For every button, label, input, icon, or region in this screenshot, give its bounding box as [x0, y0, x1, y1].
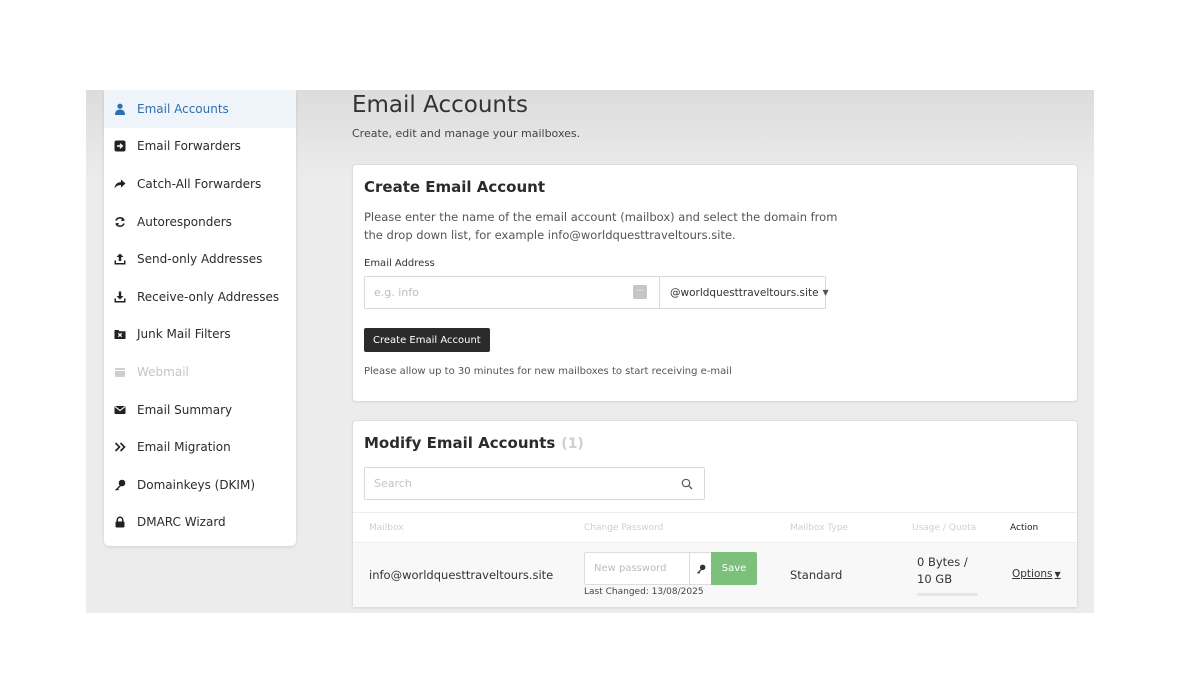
key-icon [114, 479, 126, 491]
forward-box-icon [114, 140, 126, 152]
column-header-mailbox-type[interactable]: Mailbox Type [790, 523, 848, 533]
create-email-panel: Create Email Account Please enter the na… [352, 164, 1078, 402]
column-header-action: Action [1010, 523, 1039, 533]
modify-email-panel: Modify Email Accounts (1) Mailbox Change … [352, 420, 1078, 608]
app-frame: Email Accounts Email Forwarders Catch-Al… [86, 90, 1094, 613]
envelope-icon [114, 404, 126, 416]
sidebar-item-label: Email Accounts [137, 101, 229, 116]
save-password-button[interactable]: Save [711, 552, 757, 585]
user-icon [114, 103, 126, 115]
options-label: Options [1012, 568, 1053, 580]
sidebar-item-label: Email Forwarders [137, 139, 241, 154]
sidebar-item-email-summary[interactable]: Email Summary [104, 391, 296, 429]
password-manager-icon[interactable]: ··· [633, 285, 647, 299]
table-header: Mailbox Change Password Mailbox Type Usa… [353, 512, 1077, 543]
create-note: Please allow up to 30 minutes for new ma… [364, 366, 732, 377]
sidebar-item-junk-mail-filters[interactable]: Junk Mail Filters [104, 316, 296, 354]
sidebar-item-label: Autoresponders [137, 214, 232, 229]
modify-panel-title: Modify Email Accounts (1) [364, 434, 584, 452]
email-input-group: ··· @worldquesttraveltours.site ▼ [364, 276, 829, 309]
sidebar-item-label: Webmail [137, 364, 189, 379]
sidebar-item-catch-all-forwarders[interactable]: Catch-All Forwarders [104, 165, 296, 203]
change-password-group: Save [584, 552, 757, 585]
sidebar-item-dmarc-wizard[interactable]: DMARC Wizard [104, 504, 296, 542]
column-header-change-password: Change Password [584, 523, 664, 533]
page-subtitle: Create, edit and manage your mailboxes. [352, 127, 581, 140]
sidebar-item-send-only-addresses[interactable]: Send-only Addresses [104, 240, 296, 278]
caret-down-icon: ▼ [1054, 570, 1061, 579]
folder-x-icon [114, 328, 126, 340]
sidebar-item-email-migration[interactable]: Email Migration [104, 428, 296, 466]
sidebar-item-label: Send-only Addresses [137, 252, 263, 267]
column-header-mailbox[interactable]: Mailbox [369, 523, 404, 533]
mailbox-type-cell: Standard [790, 568, 843, 582]
download-icon [114, 291, 126, 303]
sidebar-item-label: Catch-All Forwarders [137, 176, 262, 191]
sidebar-item-webmail: Webmail [104, 353, 296, 391]
account-count: (1) [561, 436, 584, 452]
modify-title-text: Modify Email Accounts [364, 434, 556, 452]
page-title: Email Accounts [352, 92, 528, 118]
calendar-icon [114, 366, 126, 378]
search-icon[interactable] [681, 478, 693, 490]
domain-select[interactable]: @worldquesttraveltours.site ▼ [659, 277, 829, 308]
search-box [364, 467, 705, 500]
sidebar-item-label: Email Summary [137, 402, 233, 417]
sidebar: Email Accounts Email Forwarders Catch-Al… [104, 90, 296, 546]
caret-down-icon: ▼ [822, 288, 829, 297]
sidebar-item-email-forwarders[interactable]: Email Forwarders [104, 128, 296, 166]
sidebar-item-label: Junk Mail Filters [137, 327, 231, 342]
create-description: Please enter the name of the email accou… [364, 210, 838, 242]
domain-select-value: @worldquesttraveltours.site [670, 286, 819, 299]
create-panel-title: Create Email Account [364, 178, 545, 196]
new-password-field[interactable] [585, 553, 689, 584]
key-icon[interactable] [689, 553, 711, 584]
double-chevron-icon [114, 441, 126, 453]
sidebar-item-receive-only-addresses[interactable]: Receive-only Addresses [104, 278, 296, 316]
sidebar-item-label: Email Migration [137, 440, 231, 455]
options-dropdown[interactable]: Options ▼ [1012, 568, 1061, 580]
usage-used: 0 Bytes / [917, 555, 968, 569]
upload-icon [114, 253, 126, 265]
create-email-account-button[interactable]: Create Email Account [364, 328, 490, 352]
table-row: info@worldquesttraveltours.site Save Las… [353, 543, 1077, 607]
sidebar-item-label: Receive-only Addresses [137, 289, 280, 304]
refresh-icon [114, 216, 126, 228]
usage-quota-cell: 0 Bytes / 10 GB [917, 554, 968, 588]
lock-icon [114, 516, 126, 528]
last-changed-text: Last Changed: 13/08/2025 [584, 587, 704, 597]
mailbox-cell: info@worldquesttraveltours.site [369, 568, 554, 582]
sidebar-item-autoresponders[interactable]: Autoresponders [104, 203, 296, 241]
column-header-usage-quota[interactable]: Usage / Quota [912, 523, 976, 533]
email-address-label: Email Address [364, 258, 435, 269]
sidebar-item-domainkeys[interactable]: Domainkeys (DKIM) [104, 466, 296, 504]
search-input[interactable] [365, 468, 665, 499]
sidebar-item-label: DMARC Wizard [137, 515, 226, 530]
sidebar-item-email-accounts[interactable]: Email Accounts [104, 90, 296, 128]
share-icon [114, 178, 126, 190]
usage-progress-bar [917, 593, 978, 596]
email-field[interactable] [365, 277, 660, 308]
sidebar-item-label: Domainkeys (DKIM) [137, 477, 256, 492]
usage-quota: 10 GB [917, 572, 953, 586]
